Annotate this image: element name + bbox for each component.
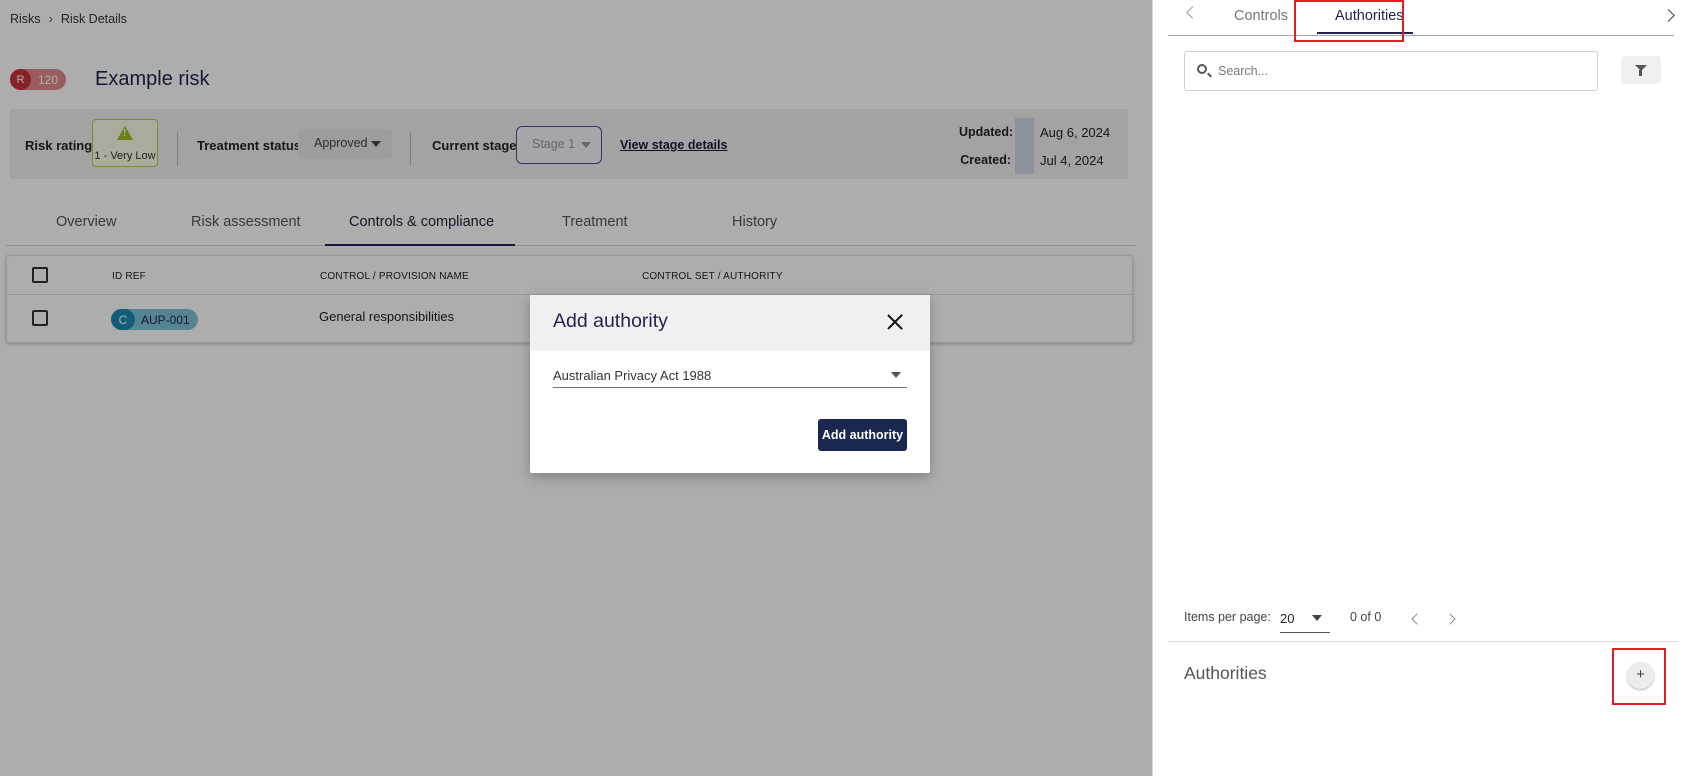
add-authority-dialog: Add authority Australian Privacy Act 198… (530, 295, 930, 473)
previous-page-icon[interactable] (1411, 613, 1423, 625)
side-tab-controls[interactable]: Controls (1234, 8, 1288, 24)
items-per-page-select[interactable]: 20 (1280, 611, 1330, 633)
dialog-header: Add authority (530, 295, 930, 351)
filter-button[interactable] (1621, 56, 1661, 84)
highlight-box (1294, 0, 1404, 42)
chevron-left-icon[interactable] (1186, 6, 1199, 19)
authority-select-value: Australian Privacy Act 1988 (553, 368, 712, 383)
search-input[interactable]: Search... (1184, 51, 1598, 91)
side-panel: Controls Authorities Search... Items per… (1152, 0, 1689, 776)
items-per-page-value: 20 (1280, 611, 1295, 626)
pagination-range: 0 of 0 (1350, 610, 1382, 624)
authority-select[interactable]: Australian Privacy Act 1988 (553, 365, 907, 388)
filter-icon-stem (1639, 70, 1642, 76)
close-icon[interactable] (886, 313, 904, 331)
search-icon (1197, 64, 1207, 74)
next-page-icon[interactable] (1444, 613, 1456, 625)
side-panel-tabs: Controls Authorities (1168, 0, 1675, 36)
chevron-right-icon[interactable] (1662, 9, 1675, 22)
highlight-box (1612, 648, 1666, 705)
dialog-title: Add authority (553, 310, 668, 332)
divider (1168, 641, 1678, 642)
search-placeholder: Search... (1218, 64, 1269, 78)
chevron-down-icon (891, 372, 901, 378)
authorities-section-title: Authorities (1184, 663, 1267, 683)
items-per-page-label: Items per page: (1184, 610, 1271, 624)
chevron-down-icon (1312, 615, 1322, 621)
add-authority-submit-button[interactable]: Add authority (818, 419, 907, 451)
